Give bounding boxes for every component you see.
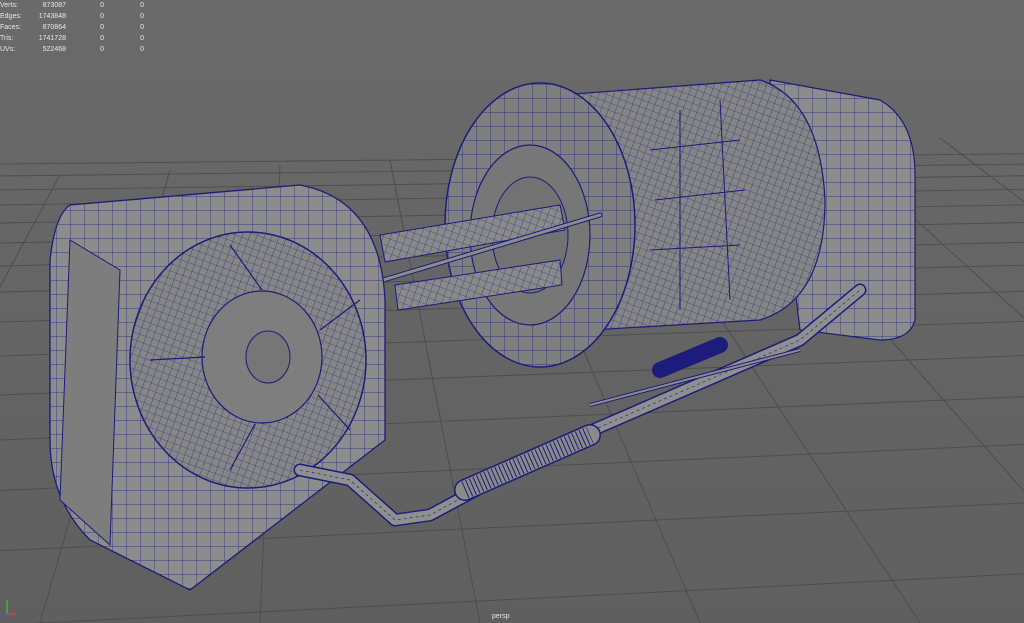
hud-component: 0: [140, 13, 144, 20]
hud-selected: 0: [100, 35, 104, 42]
hud-total: 873087: [42, 2, 66, 9]
hud-row-verts: Verts: 873087 0 0: [0, 0, 150, 11]
hud-selected: 0: [100, 24, 104, 31]
hud-total: 522468: [42, 46, 66, 53]
perspective-viewport[interactable]: Verts: 873087 0 0 Edges: 1743848 0 0 Fac…: [0, 0, 1024, 623]
hud-selected: 0: [100, 13, 104, 20]
hud-component: 0: [140, 46, 144, 53]
hud-total: 870864: [42, 24, 66, 31]
viewport-scene[interactable]: [0, 0, 1024, 623]
hud-row-tris: Tris: 1741728 0 0: [0, 33, 150, 44]
axis-gizmo-icon: [2, 600, 16, 618]
hud-component: 0: [140, 24, 144, 31]
hud-label: Edges:: [0, 13, 22, 20]
hud-row-edges: Edges: 1743848 0 0: [0, 11, 150, 22]
hud-row-faces: Faces: 870864 0 0: [0, 22, 150, 33]
hud-label: Faces:: [0, 24, 22, 31]
hud-selected: 0: [100, 46, 104, 53]
hud-selected: 0: [100, 2, 104, 9]
hud-label: Tris:: [0, 35, 14, 42]
hud-total: 1743848: [38, 13, 66, 20]
hud-component: 0: [140, 35, 144, 42]
hud-label: Verts:: [0, 2, 18, 9]
hud-component: 0: [140, 2, 144, 9]
reactor-housing-left[interactable]: [49, 184, 386, 591]
camera-name-label: persp: [492, 613, 510, 620]
hud-label: UVs:: [0, 46, 16, 53]
hud-row-uvs: UVs: 522468 0 0: [0, 44, 150, 55]
poly-count-hud: Verts: 873087 0 0 Edges: 1743848 0 0 Fac…: [0, 0, 150, 55]
hud-total: 1741728: [38, 35, 66, 42]
